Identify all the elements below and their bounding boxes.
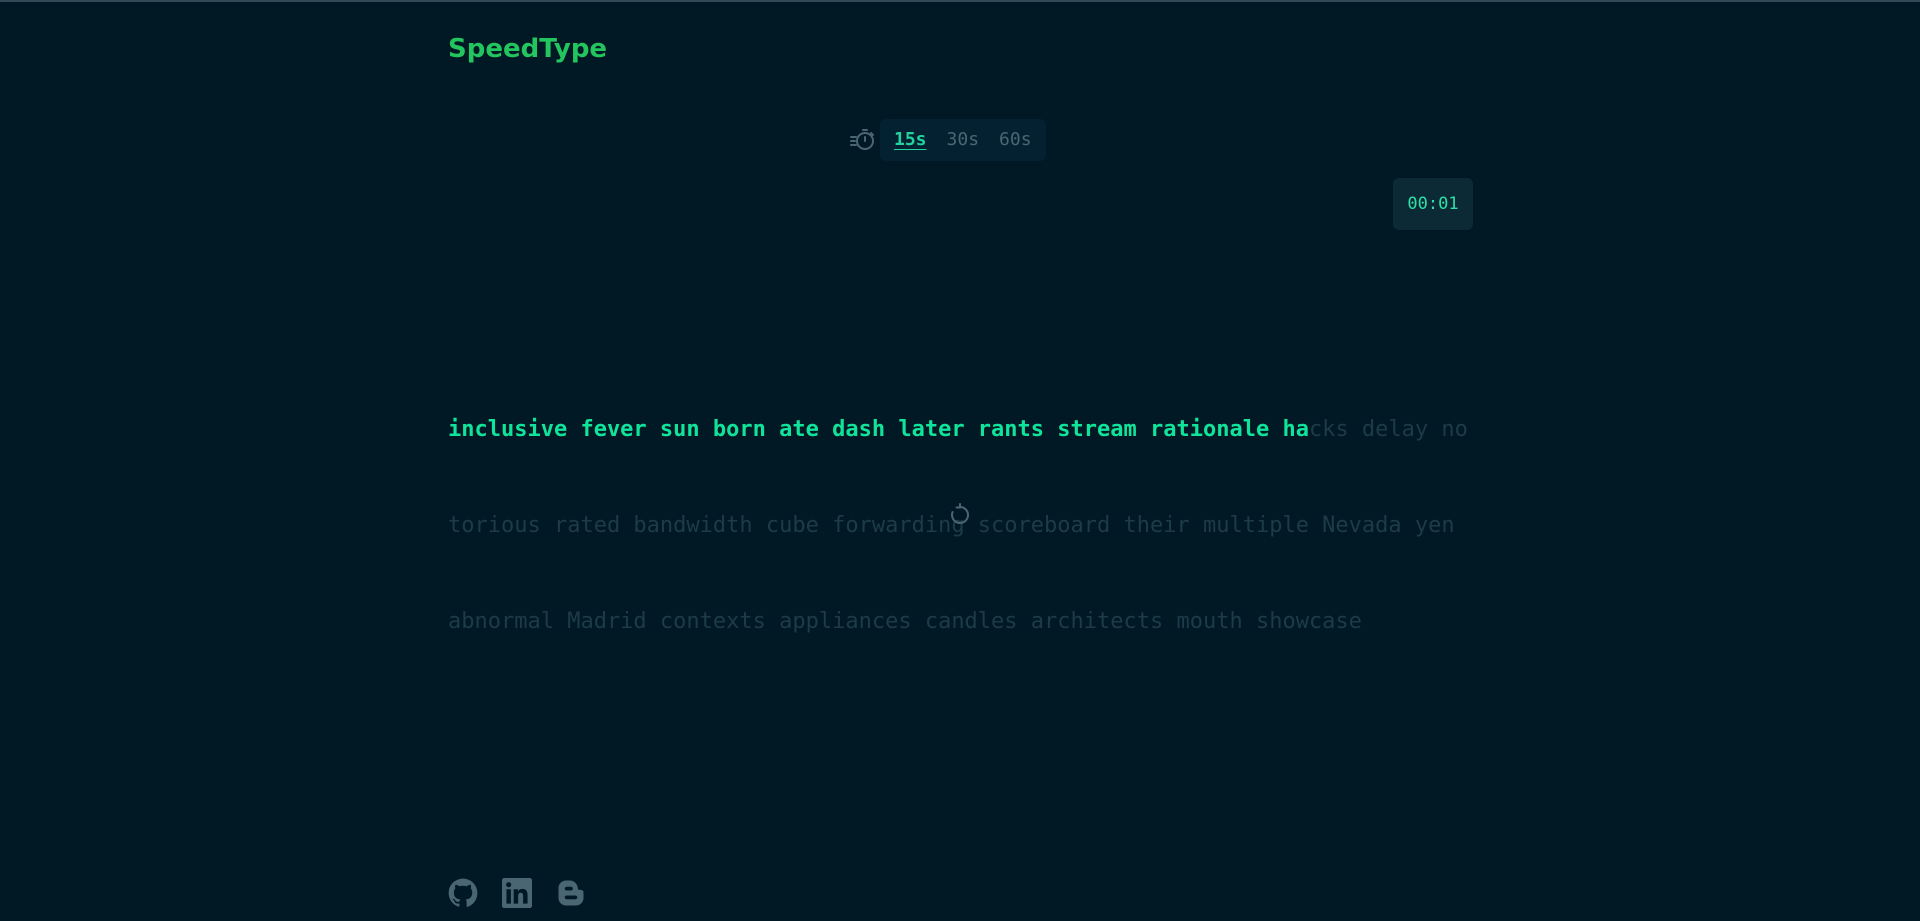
untyped-text: cks delay no [1308, 417, 1468, 442]
blogger-icon[interactable] [556, 878, 586, 908]
github-icon[interactable] [448, 878, 478, 908]
linkedin-icon[interactable] [502, 878, 532, 908]
time-option-30s[interactable]: 30s [937, 119, 990, 161]
top-border [0, 0, 1920, 2]
time-selector: 15s 30s 60s [848, 119, 1046, 161]
text-line: inclusive fever sun born ate dash later … [448, 414, 1478, 446]
restart-button[interactable] [946, 503, 974, 531]
app-logo[interactable]: SpeedType [448, 34, 607, 64]
countdown-timer: 00:01 [1393, 178, 1473, 230]
footer-links [448, 878, 586, 908]
untyped-text: abnormal Madrid contexts appliances cand… [448, 609, 1362, 634]
timer-icon [848, 125, 878, 155]
time-option-60s[interactable]: 60s [989, 119, 1042, 161]
typed-text: inclusive fever sun born ate dash later … [448, 417, 1309, 442]
time-options: 15s 30s 60s [880, 119, 1046, 161]
text-line: abnormal Madrid contexts appliances cand… [448, 606, 1478, 638]
time-option-15s[interactable]: 15s [884, 119, 937, 161]
restart-icon [948, 503, 972, 531]
